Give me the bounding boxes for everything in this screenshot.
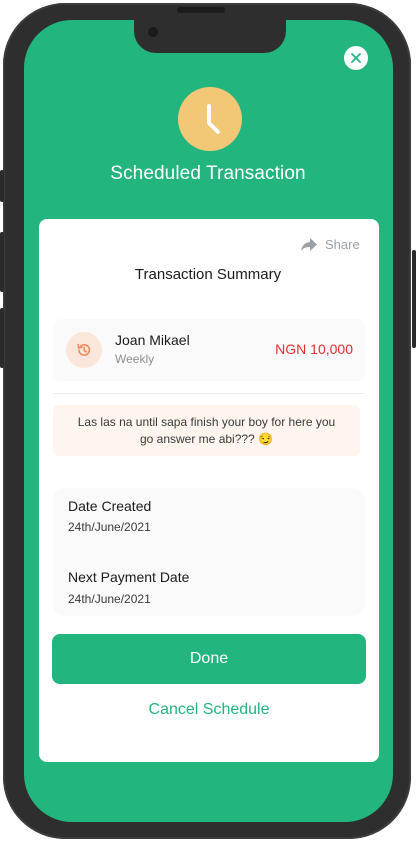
close-icon <box>351 53 361 63</box>
divider <box>53 393 365 394</box>
close-button[interactable] <box>344 46 368 70</box>
date-created-label: Date Created <box>68 498 152 514</box>
done-button[interactable]: Done <box>52 634 366 684</box>
next-payment-value: 24th/June/2021 <box>68 592 151 606</box>
share-button[interactable]: Share <box>301 237 360 252</box>
recipient-amount: NGN 10,000 <box>275 341 353 357</box>
share-icon <box>301 237 317 251</box>
page-title: Scheduled Transaction <box>110 163 306 184</box>
clock-badge <box>178 87 242 151</box>
history-icon-badge <box>66 332 102 368</box>
recipient-name: Joan Mikael <box>115 332 190 348</box>
next-payment-label: Next Payment Date <box>68 569 190 585</box>
clock-icon <box>207 104 220 134</box>
cancel-schedule-link[interactable]: Cancel Schedule <box>0 701 416 719</box>
share-label: Share <box>325 237 360 252</box>
transaction-note: Las las na until sapa finish your boy fo… <box>53 405 360 456</box>
history-icon <box>77 343 91 356</box>
recipient-frequency: Weekly <box>115 352 155 366</box>
power-button <box>412 250 416 348</box>
volume-down-button <box>0 308 4 368</box>
summary-title: Transaction Summary <box>134 266 282 283</box>
date-created-value: 24th/June/2021 <box>68 520 151 534</box>
volume-up-button <box>0 232 4 292</box>
notch-camera <box>148 27 158 37</box>
notch-speaker <box>177 7 225 13</box>
